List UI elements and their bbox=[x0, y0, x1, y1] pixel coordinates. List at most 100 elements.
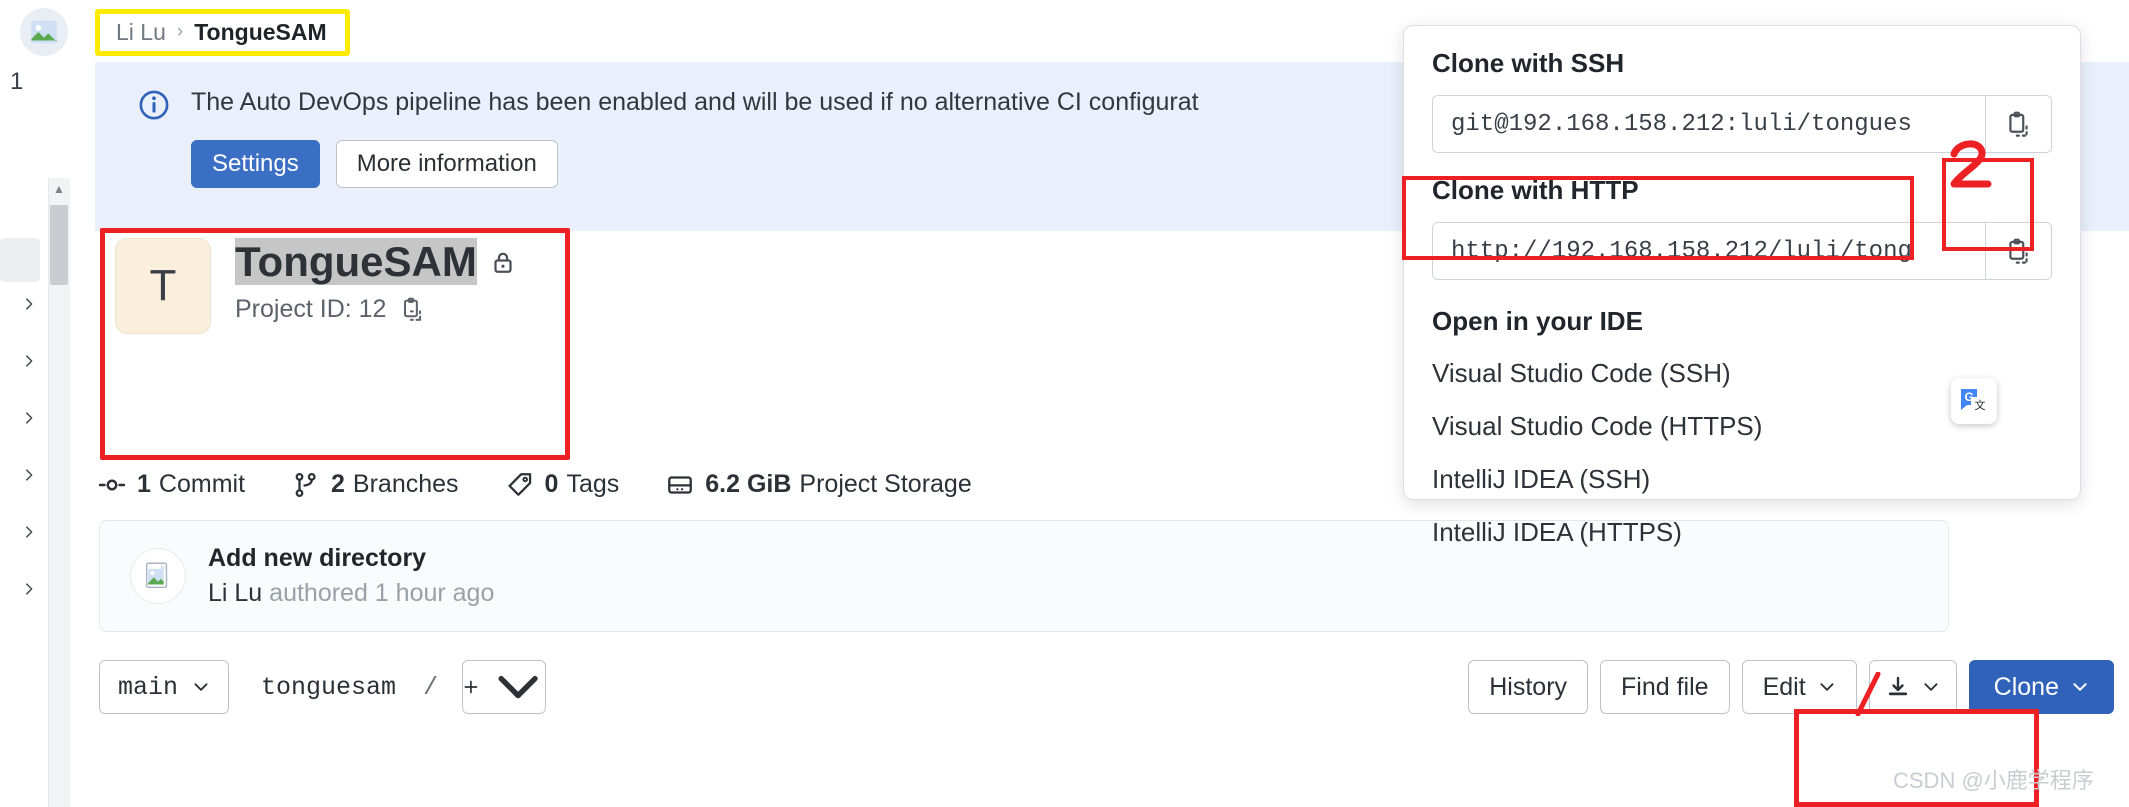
commit-texts: Add new directory Li Lu authored 1 hour … bbox=[208, 544, 494, 608]
storage-icon bbox=[668, 475, 693, 494]
path-root[interactable]: tonguesam bbox=[261, 673, 396, 702]
history-button[interactable]: History bbox=[1468, 660, 1589, 714]
stat-storage[interactable]: 6.2 GiB Project Storage bbox=[667, 470, 972, 499]
clone-button[interactable]: Clone bbox=[1968, 660, 2114, 714]
download-button[interactable] bbox=[1868, 660, 1957, 714]
scroll-up-icon[interactable]: ▲ bbox=[50, 180, 68, 198]
repository-actions: History Find file Edit Clone bbox=[1468, 660, 2124, 714]
clone-dropdown-panel: Clone with SSH Clone with HTTP bbox=[1403, 25, 2081, 547]
sidebar-item-6[interactable] bbox=[0, 560, 48, 617]
chevron-right-icon bbox=[26, 354, 33, 367]
sidebar-item-1[interactable] bbox=[0, 275, 48, 332]
lock-icon bbox=[494, 252, 512, 273]
image-placeholder-icon bbox=[31, 20, 57, 44]
chrome-pill-secondary[interactable] bbox=[0, 112, 78, 154]
add-to-tree-button[interactable] bbox=[462, 660, 547, 714]
alert-message: The Auto DevOps pipeline has been enable… bbox=[191, 88, 1199, 116]
image-placeholder-icon bbox=[145, 562, 168, 589]
find-file-button[interactable]: Find file bbox=[1600, 660, 1730, 714]
google-translate-button[interactable]: G 文 bbox=[1951, 378, 1997, 424]
project-id-label: Project ID: 12 bbox=[235, 295, 387, 324]
google-translate-icon: G 文 bbox=[1961, 389, 1987, 417]
commit-meta: Li Lu authored 1 hour ago bbox=[208, 579, 494, 608]
stat-storage-label: Project Storage bbox=[799, 470, 972, 498]
stat-commits-label: Commit bbox=[158, 470, 246, 498]
tab-counter[interactable]: 1 bbox=[0, 60, 78, 104]
clone-button-label: Clone bbox=[1993, 672, 2059, 701]
stat-tags-label: Tags bbox=[566, 470, 620, 498]
copy-to-clipboard-icon bbox=[2009, 111, 2028, 137]
clone-http-url-input[interactable] bbox=[1433, 223, 1985, 279]
clone-http-title: Clone with HTTP bbox=[1432, 175, 1639, 205]
commit-icon bbox=[99, 479, 125, 490]
project-avatar-initial: T bbox=[149, 261, 177, 310]
edit-button[interactable]: Edit bbox=[1741, 660, 1857, 714]
ide-options-list: Visual Studio Code (SSH) Visual Studio C… bbox=[1404, 337, 2080, 559]
commit-author-name[interactable]: Li Lu bbox=[208, 579, 262, 607]
project-header: T TongueSAM Project ID: 12 bbox=[115, 238, 515, 334]
chevron-right-icon bbox=[26, 582, 33, 595]
breadcrumb: Li Lu › TongueSAM bbox=[95, 7, 350, 57]
breadcrumb-owner-link[interactable]: Li Lu bbox=[116, 19, 166, 46]
chevron-right-icon bbox=[26, 525, 33, 538]
breadcrumb-separator: › bbox=[176, 21, 184, 42]
chevron-down-icon bbox=[1924, 683, 1938, 691]
open-in-ide-title: Open in your IDE bbox=[1432, 306, 1643, 336]
sidebar-scrollbar-thumb[interactable] bbox=[50, 205, 68, 285]
sidebar-item-5[interactable] bbox=[0, 503, 48, 560]
sidebar-item-3[interactable] bbox=[0, 389, 48, 446]
chevron-down-icon bbox=[498, 675, 538, 699]
tag-icon bbox=[508, 472, 531, 496]
clone-http-field[interactable] bbox=[1432, 222, 2052, 280]
left-chrome: 1 ▲ bbox=[0, 0, 95, 807]
repository-toolbar: main tonguesam / History Find file Edit bbox=[99, 652, 2124, 722]
stat-branches[interactable]: 2 Branches bbox=[293, 470, 459, 499]
chevron-down-icon bbox=[194, 683, 208, 691]
sidebar-item-4[interactable] bbox=[0, 446, 48, 503]
copy-to-clipboard-icon[interactable] bbox=[400, 296, 425, 323]
stat-branches-label: Branches bbox=[352, 470, 459, 498]
ide-option-intellij-ssh[interactable]: IntelliJ IDEA (SSH) bbox=[1404, 453, 2080, 506]
path-separator: / bbox=[423, 672, 439, 702]
stat-branches-count: 2 bbox=[331, 470, 345, 498]
clone-ssh-url-input[interactable] bbox=[1433, 96, 1985, 152]
clone-ssh-field[interactable] bbox=[1432, 95, 2052, 153]
stat-commits-count: 1 bbox=[137, 470, 151, 498]
settings-button[interactable]: Settings bbox=[191, 140, 320, 188]
more-information-button[interactable]: More information bbox=[335, 140, 558, 188]
stat-tags-count: 0 bbox=[544, 470, 559, 498]
copy-http-url-button[interactable] bbox=[1985, 223, 2051, 279]
stat-tags[interactable]: 0 Tags bbox=[507, 470, 620, 499]
ide-option-intellij-https[interactable]: IntelliJ IDEA (HTTPS) bbox=[1404, 506, 2080, 559]
chevron-right-icon bbox=[26, 468, 33, 481]
tab-counter-label: 1 bbox=[10, 68, 24, 95]
sidebar-collapsed-items bbox=[0, 275, 48, 617]
project-stats: 1 Commit 2 Branches 0 Tags 6.2 GiB Proje… bbox=[99, 470, 972, 499]
page-title: TongueSAM bbox=[235, 238, 477, 286]
edit-button-label: Edit bbox=[1762, 672, 1806, 701]
breadcrumb-current-project[interactable]: TongueSAM bbox=[194, 19, 326, 46]
chevron-down-icon bbox=[1820, 683, 1834, 691]
chevron-right-icon bbox=[26, 297, 33, 310]
stat-storage-count: 6.2 GiB bbox=[705, 470, 792, 498]
commit-authored-time: authored 1 hour ago bbox=[269, 579, 495, 607]
info-icon bbox=[139, 90, 169, 120]
clone-ssh-title: Clone with SSH bbox=[1432, 48, 1625, 78]
project-avatar: T bbox=[115, 238, 211, 334]
copy-to-clipboard-icon bbox=[2009, 238, 2028, 264]
plus-icon bbox=[464, 680, 478, 694]
download-icon bbox=[1888, 676, 1907, 696]
breadcrumb-highlight-box: Li Lu › TongueSAM bbox=[95, 8, 350, 56]
sidebar-item-2[interactable] bbox=[0, 332, 48, 389]
chevron-right-icon bbox=[26, 411, 33, 424]
branch-selector[interactable]: main bbox=[99, 660, 230, 714]
branch-icon bbox=[295, 472, 316, 497]
stat-commits[interactable]: 1 Commit bbox=[99, 470, 245, 499]
commit-author-avatar bbox=[130, 548, 186, 604]
commit-message[interactable]: Add new directory bbox=[208, 544, 494, 573]
path-breadcrumb: tonguesam / bbox=[261, 673, 450, 702]
copy-ssh-url-button[interactable] bbox=[1985, 96, 2051, 152]
user-avatar[interactable] bbox=[20, 8, 68, 56]
chevron-down-icon bbox=[2073, 683, 2087, 691]
branch-selector-label: main bbox=[118, 672, 179, 702]
